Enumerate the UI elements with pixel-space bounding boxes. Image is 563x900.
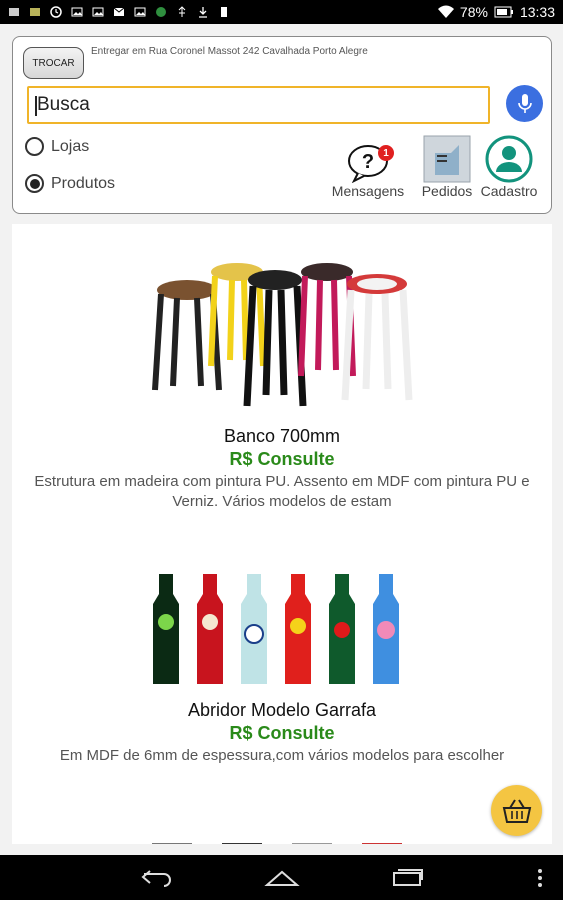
radio-lojas-label: Lojas bbox=[51, 137, 90, 155]
gmail-icon bbox=[113, 7, 125, 16]
radio-produtos[interactable]: Produtos bbox=[25, 174, 115, 193]
nav-pedidos-label: Pedidos bbox=[421, 183, 473, 199]
product-image-stools bbox=[152, 263, 413, 407]
svg-text:?: ? bbox=[362, 151, 374, 173]
wifi-icon bbox=[437, 5, 454, 18]
recent-apps-button[interactable] bbox=[390, 868, 424, 888]
image-icon bbox=[71, 7, 83, 17]
radio-produtos-label: Produtos bbox=[51, 174, 116, 192]
partial-image bbox=[152, 843, 402, 844]
image-icon bbox=[92, 7, 104, 17]
microphone-icon bbox=[517, 93, 532, 113]
gallery-icon bbox=[9, 8, 19, 16]
orders-icon bbox=[423, 135, 471, 183]
android-navigation-bar bbox=[0, 855, 563, 900]
image-icon bbox=[134, 7, 146, 17]
usb-icon bbox=[178, 6, 186, 17]
battery-percent: 78% bbox=[459, 4, 488, 20]
battery-level-icon bbox=[494, 6, 513, 18]
nav-mensagens-label: Mensagens bbox=[331, 183, 405, 199]
nav-cadastro[interactable]: Cadastro bbox=[476, 133, 542, 199]
product-description: Estrutura em madeira com pintura PU. Ass… bbox=[34, 473, 530, 510]
product-card[interactable]: Banco 700mm R$ Consulte Estrutura em mad… bbox=[12, 260, 552, 512]
product-name: Banco 700mm bbox=[223, 426, 341, 446]
next-product-image-partial bbox=[152, 836, 412, 844]
product-description: Em MDF de 6mm de espessura,com vários mo… bbox=[59, 747, 505, 764]
product-price: R$ Consulte bbox=[229, 449, 335, 469]
product-list[interactable]: Banco 700mm R$ Consulte Estrutura em mad… bbox=[12, 224, 552, 844]
battery-icon bbox=[221, 7, 227, 17]
nav-cadastro-label: Cadastro bbox=[480, 183, 538, 199]
delivery-address: Entregar em Rua Coronel Massot 242 Caval… bbox=[91, 46, 368, 57]
radio-button[interactable] bbox=[25, 137, 44, 156]
clock: 13:33 bbox=[519, 4, 555, 20]
notification-badge: 1 bbox=[378, 145, 394, 161]
product-name: Abridor Modelo Garrafa bbox=[187, 700, 377, 720]
nav-pedidos[interactable]: Pedidos bbox=[415, 133, 479, 199]
radio-lojas[interactable]: Lojas bbox=[25, 137, 89, 156]
notification-icons bbox=[8, 6, 438, 18]
back-icon bbox=[140, 869, 171, 887]
app-icon bbox=[156, 7, 166, 17]
header-card: TROCAR Entregar em Rua Coronel Massot 24… bbox=[12, 36, 552, 214]
home-button[interactable] bbox=[263, 868, 300, 888]
search-input[interactable]: Busca bbox=[27, 86, 490, 124]
nav-mensagens[interactable]: ? 1 Mensagens bbox=[327, 133, 409, 199]
back-button[interactable] bbox=[140, 868, 174, 888]
voice-search-button[interactable] bbox=[506, 85, 543, 122]
download-icon bbox=[199, 7, 207, 18]
product-price: R$ Consulte bbox=[229, 723, 335, 743]
overflow-menu-button[interactable] bbox=[537, 868, 543, 893]
user-profile-icon bbox=[485, 135, 533, 183]
basket-icon bbox=[502, 798, 531, 823]
cart-button[interactable] bbox=[491, 785, 542, 836]
more-vert-icon bbox=[538, 869, 542, 887]
photo-icon bbox=[30, 8, 40, 16]
recent-apps-icon bbox=[392, 868, 423, 886]
product-image-bottle-openers bbox=[153, 574, 399, 684]
status-bar: 78% 13:33 bbox=[0, 0, 563, 24]
product-card[interactable]: Abridor Modelo Garrafa R$ Consulte Em MD… bbox=[12, 564, 552, 766]
radio-button-selected[interactable] bbox=[25, 174, 44, 193]
clock-icon bbox=[50, 6, 62, 18]
trocar-button[interactable]: TROCAR bbox=[23, 47, 84, 79]
home-icon bbox=[263, 870, 300, 886]
